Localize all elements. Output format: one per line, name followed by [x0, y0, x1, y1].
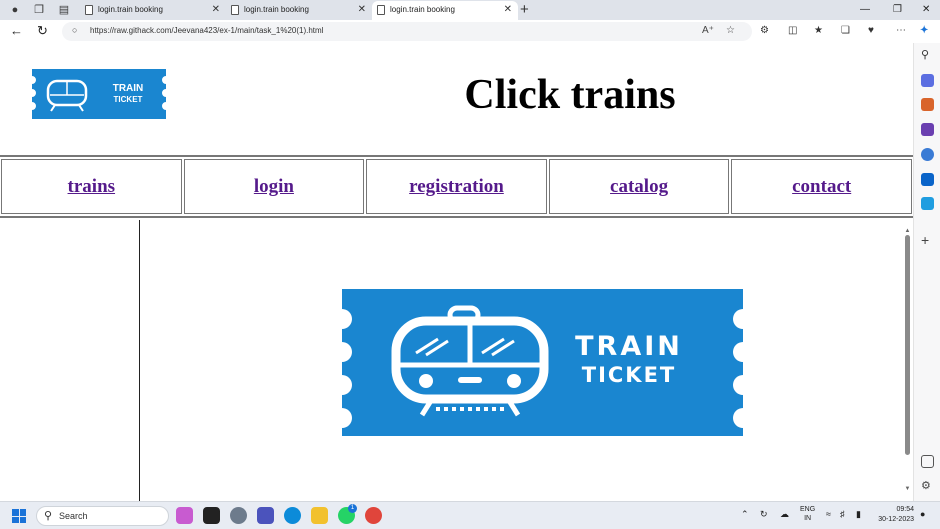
tools-icon[interactable]: [921, 98, 934, 111]
start-button[interactable]: [12, 509, 26, 523]
extensions-icon[interactable]: ⚙: [760, 24, 769, 38]
drop-icon[interactable]: [921, 197, 934, 210]
address-bar[interactable]: ○ https://raw.githack.com/Jeevana423/ex-…: [62, 22, 752, 41]
profile-icon[interactable]: ●: [8, 3, 22, 17]
nav-link-contact[interactable]: contact: [792, 176, 851, 198]
battery-icon[interactable]: ▮: [856, 509, 861, 520]
games-icon[interactable]: [921, 123, 934, 136]
nav-cell-trains: trains: [1, 159, 182, 214]
volume-icon[interactable]: ♯: [840, 509, 845, 519]
file-explorer-icon[interactable]: [311, 507, 328, 524]
page-icon: [231, 5, 239, 15]
language-indicator[interactable]: ENG IN: [800, 505, 815, 523]
more-menu-icon[interactable]: ⋯: [896, 24, 906, 38]
browser-essentials-icon[interactable]: ♥: [868, 24, 874, 38]
close-tab-icon[interactable]: ✕: [358, 1, 366, 18]
banner-word-2: TICKET: [582, 363, 677, 387]
refresh-icon[interactable]: ↻: [37, 23, 48, 39]
nav-link-registration[interactable]: registration: [409, 176, 504, 198]
minimize-icon[interactable]: —: [860, 0, 870, 20]
close-tab-icon[interactable]: ✕: [504, 1, 512, 18]
browser-toolbar: ← ↻ ○ https://raw.githack.com/Jeevana423…: [0, 20, 940, 43]
tab-title: login.train booking: [98, 5, 163, 14]
browser-tab-2[interactable]: login.train booking ✕: [226, 1, 372, 20]
split-screen-icon[interactable]: ◫: [788, 24, 797, 38]
sidebar-settings-icon[interactable]: ⚙: [921, 479, 934, 492]
main-nav: trains login registration catalog contac…: [0, 155, 913, 218]
page-icon: [377, 5, 385, 15]
nav-cell-login: login: [183, 159, 365, 214]
read-aloud-icon[interactable]: A⁺: [702, 25, 714, 36]
outlook-icon[interactable]: [921, 173, 934, 186]
lock-icon[interactable]: ○: [72, 25, 77, 35]
page-title: Click trains: [464, 72, 676, 118]
nav-link-login[interactable]: login: [254, 176, 294, 198]
logo-word-1: TRAIN: [113, 83, 144, 94]
office-icon[interactable]: [921, 148, 934, 161]
hide-sidebar-icon[interactable]: [921, 455, 934, 468]
banner-word-1: TRAIN: [575, 331, 683, 362]
favorites-icon[interactable]: ★: [814, 24, 823, 38]
add-sidebar-app-icon[interactable]: +: [921, 233, 934, 247]
notifications-bell-icon[interactable]: ●: [920, 509, 925, 519]
notification-badge: 1: [348, 504, 357, 513]
tab-title: login.train booking: [390, 5, 455, 14]
copilot-icon[interactable]: ✦: [920, 24, 928, 38]
favorite-star-icon[interactable]: ☆: [726, 25, 735, 36]
sync-icon[interactable]: ↻: [760, 509, 768, 520]
task-view-icon[interactable]: [203, 507, 220, 524]
teams-icon[interactable]: [257, 507, 274, 524]
scrollbar-thumb[interactable]: [905, 235, 910, 455]
widgets-icon[interactable]: [176, 507, 193, 524]
nav-link-catalog[interactable]: catalog: [610, 176, 668, 198]
taskbar-search[interactable]: ⚲ Search: [36, 506, 169, 526]
clock[interactable]: 09:54 30-12-2023: [872, 505, 914, 525]
close-window-icon[interactable]: ✕: [922, 0, 930, 20]
vertical-scrollbar[interactable]: ▲ ▼: [903, 228, 912, 501]
tab-actions-icon[interactable]: ▤: [57, 3, 71, 17]
browser-tab-3[interactable]: login.train booking ✕: [372, 1, 518, 20]
taskbar-search-placeholder: Search: [59, 511, 88, 521]
search-icon[interactable]: ⚲: [921, 48, 934, 61]
collections-icon[interactable]: ❏: [841, 24, 850, 38]
workspaces-icon[interactable]: ❐: [32, 3, 46, 17]
search-icon: ⚲: [44, 510, 53, 522]
maximize-icon[interactable]: ❐: [893, 0, 902, 20]
left-frame: [0, 220, 140, 501]
nav-cell-contact: contact: [731, 159, 912, 214]
windows-taskbar: ⚲ Search 1 ⌃ ↻ ☁ ENG IN ≈ ♯ ▮ 09:54 30-1…: [0, 501, 940, 529]
url-text[interactable]: https://raw.githack.com/Jeevana423/ex-1/…: [90, 26, 323, 35]
clock-time: 09:54: [896, 506, 914, 513]
chat-icon[interactable]: [230, 507, 247, 524]
nav-link-trains[interactable]: trains: [68, 176, 116, 198]
close-tab-icon[interactable]: ✕: [212, 1, 220, 18]
nav-cell-registration: registration: [366, 159, 547, 214]
browser-tab-1[interactable]: login.train booking ✕: [80, 1, 226, 20]
language-code: ENG: [800, 506, 816, 513]
back-icon[interactable]: ←: [10, 23, 23, 39]
logo-word-2: TICKET: [114, 95, 143, 104]
region-code: IN: [804, 515, 812, 522]
tab-strip: ● ❐ ▤ login.train booking ✕ login.train …: [0, 0, 940, 20]
page-viewport: TRAIN TICKET Click trains trains login r…: [0, 43, 913, 501]
edge-browser-icon[interactable]: [284, 507, 301, 524]
chrome-icon[interactable]: [365, 507, 382, 524]
tab-title: login.train booking: [244, 5, 309, 14]
wifi-icon[interactable]: ≈: [826, 509, 831, 519]
nav-cell-catalog: catalog: [548, 159, 730, 214]
train-ticket-logo: TRAIN TICKET: [32, 69, 166, 119]
scroll-up-icon[interactable]: ▲: [903, 228, 912, 234]
show-hidden-icons-icon[interactable]: ⌃: [741, 509, 749, 520]
edge-sidebar: ⚲ + ⚙: [913, 43, 940, 501]
shopping-icon[interactable]: [921, 74, 934, 87]
page-icon: [85, 5, 93, 15]
train-ticket-banner: TRAIN TICKET: [342, 289, 743, 436]
new-tab-icon[interactable]: +: [520, 0, 529, 20]
clock-date: 30-12-2023: [878, 516, 914, 523]
network-status-icon[interactable]: ☁: [780, 509, 789, 520]
scroll-down-icon[interactable]: ▼: [903, 486, 912, 492]
